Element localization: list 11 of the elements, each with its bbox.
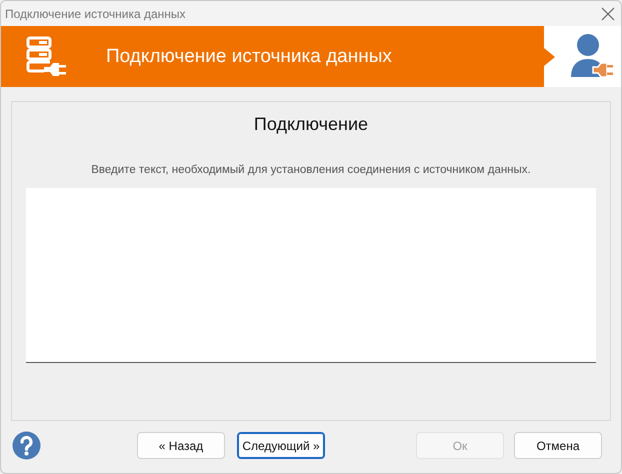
dialog-button[interactable]: « Назад: [137, 432, 225, 459]
dialog-button[interactable]: Следующий »: [237, 432, 325, 459]
window-title: Подключение источника данных: [5, 6, 186, 20]
close-icon[interactable]: [601, 6, 615, 20]
dialog-button[interactable]: Отмена: [514, 432, 602, 459]
server-plug-icon: [25, 34, 69, 78]
page-heading: Подключение: [254, 114, 368, 135]
banner-title: Подключение источника данных: [106, 46, 392, 68]
input-field[interactable]: [26, 188, 596, 363]
instruction-text: Введите текст, необходимый для установления соединения с источником данных.: [91, 164, 531, 176]
help-icon[interactable]: [12, 431, 41, 460]
